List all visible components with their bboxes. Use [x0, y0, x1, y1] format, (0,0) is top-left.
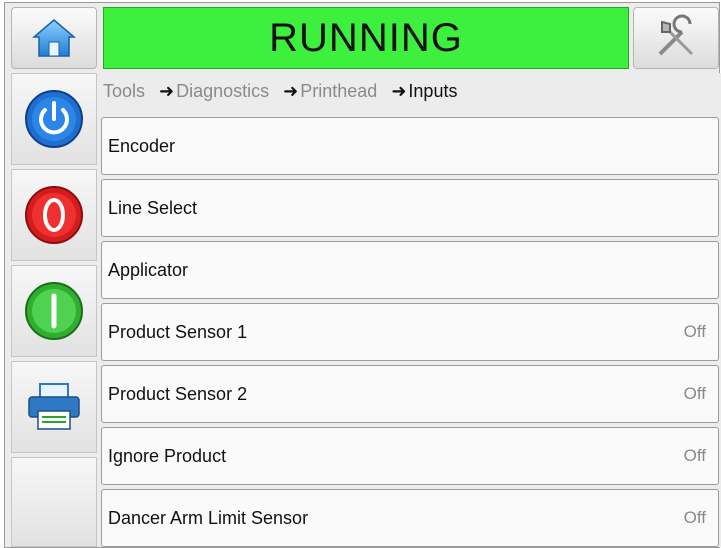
item-label: Product Sensor 1	[108, 321, 248, 342]
breadcrumb-tools[interactable]: Tools	[103, 81, 145, 101]
tools-icon	[658, 14, 694, 56]
empty-side-slot	[11, 457, 97, 547]
start-icon	[25, 282, 83, 340]
item-label: Dancer Arm Limit Sensor	[108, 507, 309, 528]
app-frame: RUNNING Tools ➜ Diagnostics ➜ Printhead …	[4, 2, 721, 548]
tools-button[interactable]	[633, 7, 719, 69]
status-banner: RUNNING	[103, 7, 629, 69]
printer-icon	[28, 383, 80, 430]
arrow-icon: ➜	[283, 81, 299, 101]
home-button[interactable]	[11, 7, 97, 69]
start-button[interactable]	[11, 265, 97, 357]
breadcrumb-printhead[interactable]: Printhead	[300, 81, 377, 101]
item-label: Line Select	[108, 197, 198, 218]
home-icon	[31, 19, 77, 57]
sidebar	[11, 73, 97, 547]
power-icon	[25, 90, 83, 148]
breadcrumb-inputs: Inputs	[408, 81, 458, 101]
item-value: Off	[683, 508, 706, 527]
list-item-product-sensor-1[interactable]: Product Sensor 1 Off	[101, 303, 719, 361]
item-label: Applicator	[108, 259, 189, 280]
stop-button[interactable]	[11, 169, 97, 261]
list-item-line-select[interactable]: Line Select	[101, 179, 719, 237]
item-value: Off	[683, 446, 706, 465]
list-item-applicator[interactable]: Applicator	[101, 241, 719, 299]
breadcrumb: Tools ➜ Diagnostics ➜ Printhead ➜ Inputs	[103, 81, 471, 105]
list-item-dancer-arm-limit-sensor[interactable]: Dancer Arm Limit Sensor Off	[101, 489, 719, 547]
power-button[interactable]	[11, 73, 97, 165]
print-button[interactable]	[11, 361, 97, 453]
item-value: Off	[683, 322, 706, 341]
list-item-encoder[interactable]: Encoder	[101, 117, 719, 175]
list-item-ignore-product[interactable]: Ignore Product Off	[101, 427, 719, 485]
breadcrumb-diagnostics[interactable]: Diagnostics	[176, 81, 269, 101]
item-label: Ignore Product	[108, 445, 227, 466]
status-text: RUNNING	[269, 15, 463, 60]
stop-icon	[25, 186, 83, 244]
item-label: Encoder	[108, 135, 176, 156]
arrow-icon: ➜	[391, 81, 407, 101]
arrow-icon: ➜	[159, 81, 175, 101]
content-area: Tools ➜ Diagnostics ➜ Printhead ➜ Inputs Encod…	[99, 73, 721, 547]
item-label: Product Sensor 2	[108, 383, 248, 404]
item-value: Off	[683, 384, 706, 403]
list-item-product-sensor-2[interactable]: Product Sensor 2 Off	[101, 365, 719, 423]
